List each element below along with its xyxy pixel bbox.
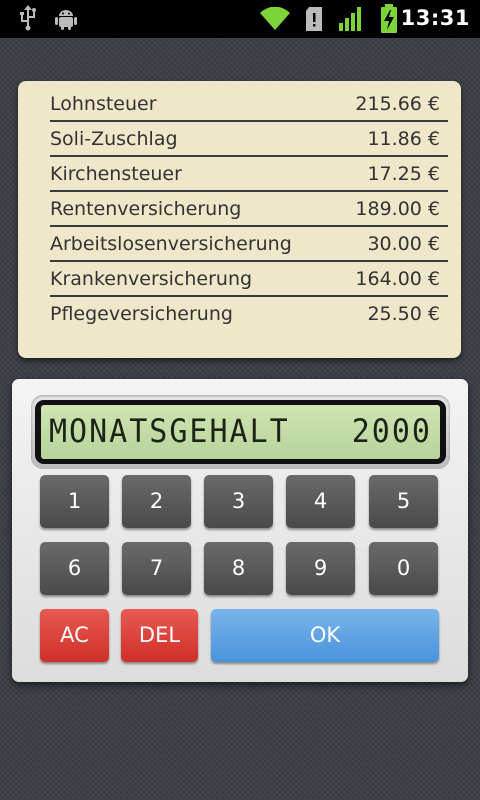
delete-button[interactable]: DEL bbox=[121, 609, 198, 662]
result-label: Rentenversicherung bbox=[50, 198, 242, 220]
key-9[interactable]: 9 bbox=[286, 542, 355, 595]
key-8[interactable]: 8 bbox=[204, 542, 273, 595]
key-5[interactable]: 5 bbox=[369, 475, 438, 528]
key-4[interactable]: 4 bbox=[286, 475, 355, 528]
status-bar: 13:31 bbox=[0, 0, 480, 38]
battery-charging-icon bbox=[381, 4, 397, 33]
result-label: Arbeitslosenversicherung bbox=[50, 233, 292, 255]
result-row: Krankenversicherung 164.00 € bbox=[50, 262, 448, 297]
usb-icon bbox=[20, 5, 36, 31]
ac-button[interactable]: AC bbox=[40, 609, 109, 662]
result-label: Kirchensteuer bbox=[50, 163, 182, 185]
key-2[interactable]: 2 bbox=[122, 475, 191, 528]
key-6[interactable]: 6 bbox=[40, 542, 109, 595]
result-row: Arbeitslosenversicherung 30.00 € bbox=[50, 227, 448, 262]
display-frame: MONATSGEHALT 2000 bbox=[31, 395, 450, 469]
results-panel: Lohnsteuer 215.66 € Soli-Zuschlag 11.86 … bbox=[18, 81, 461, 358]
result-label: Soli-Zuschlag bbox=[50, 128, 178, 150]
result-value: 215.66 € bbox=[355, 93, 440, 115]
result-value: 189.00 € bbox=[355, 198, 440, 220]
ok-button[interactable]: OK bbox=[211, 609, 439, 662]
result-value: 17.25 € bbox=[367, 163, 440, 185]
result-row: Rentenversicherung 189.00 € bbox=[50, 192, 448, 227]
result-value: 30.00 € bbox=[367, 233, 440, 255]
wifi-icon bbox=[260, 7, 290, 30]
key-1[interactable]: 1 bbox=[40, 475, 109, 528]
display-value: 2000 bbox=[351, 412, 432, 451]
android-debug-icon bbox=[55, 10, 77, 30]
result-label: Lohnsteuer bbox=[50, 93, 157, 115]
result-label: Krankenversicherung bbox=[50, 268, 253, 290]
signal-icon bbox=[339, 7, 361, 31]
display-label: MONATSGEHALT bbox=[49, 412, 290, 451]
results-list: Lohnsteuer 215.66 € Soli-Zuschlag 11.86 … bbox=[50, 87, 448, 330]
result-row: Lohnsteuer 215.66 € bbox=[50, 87, 448, 122]
result-row: Kirchensteuer 17.25 € bbox=[50, 157, 448, 192]
key-0[interactable]: 0 bbox=[369, 542, 438, 595]
clock: 13:31 bbox=[400, 6, 470, 30]
sd-card-alert-icon bbox=[306, 7, 322, 31]
result-value: 164.00 € bbox=[355, 268, 440, 290]
key-7[interactable]: 7 bbox=[122, 542, 191, 595]
lcd-display: MONATSGEHALT 2000 bbox=[41, 405, 440, 459]
key-3[interactable]: 3 bbox=[204, 475, 273, 528]
result-row: Soli-Zuschlag 11.86 € bbox=[50, 122, 448, 157]
result-label: Pflegeversicherung bbox=[50, 303, 233, 325]
result-row: Pflegeversicherung 25.50 € bbox=[50, 297, 448, 330]
result-value: 25.50 € bbox=[367, 303, 440, 325]
display-bezel: MONATSGEHALT 2000 bbox=[35, 400, 446, 464]
result-value: 11.86 € bbox=[367, 128, 440, 150]
calculator: MONATSGEHALT 2000 1 2 3 4 5 6 7 8 9 0 AC… bbox=[12, 379, 468, 682]
